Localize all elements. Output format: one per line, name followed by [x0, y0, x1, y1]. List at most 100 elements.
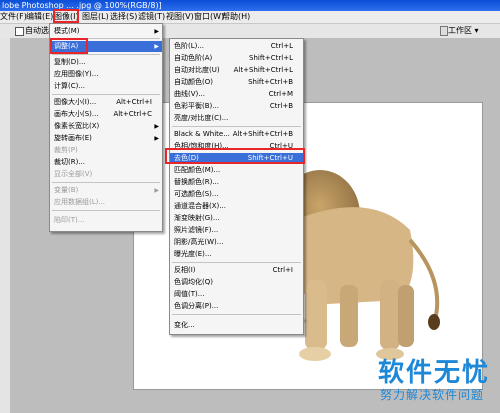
black-white-label: Black & White...	[174, 130, 230, 138]
image-menu-pixel-aspect[interactable]: 像素长宽比(X) ▶	[50, 121, 162, 132]
workspace-icon	[440, 26, 448, 36]
adjust-auto-levels[interactable]: 自动色阶(A) Shift+Ctrl+L	[170, 53, 303, 64]
mode-label: 模式(M)	[54, 27, 80, 35]
color-balance-shortcut: Ctrl+B	[269, 102, 293, 110]
image-menu-reveal-all[interactable]: 显示全部(V)	[50, 169, 162, 180]
variables-label: 变量(B)	[54, 186, 79, 194]
adjustments-submenu-tail: 变化...	[169, 318, 304, 335]
image-menu-trim[interactable]: 裁切(R)...	[50, 157, 162, 168]
adjust-black-white[interactable]: Black & White... Alt+Shift+Ctrl+B	[170, 129, 303, 140]
menu-view[interactable]: 视图(V)	[166, 11, 194, 23]
auto-select-checkbox[interactable]	[15, 27, 24, 36]
channel-mixer-label: 通道混合器(X)...	[174, 202, 226, 210]
image-menu-canvas-size[interactable]: 画布大小(S)... Alt+Ctrl+C	[50, 109, 162, 120]
adjust-levels[interactable]: 色阶(L)... Ctrl+L	[170, 41, 303, 52]
menu-help[interactable]: 帮助(H)	[222, 11, 250, 23]
separator	[52, 54, 160, 55]
workspace-dropdown[interactable]: 工作区 ▾	[448, 25, 479, 36]
apply-image-label: 应用图像(Y)...	[54, 70, 99, 78]
crop-label: 裁剪(P)	[54, 146, 78, 154]
adjust-posterize[interactable]: 色调分离(P)...	[170, 301, 303, 312]
watermark-subtitle: 努力解决软件问题	[380, 388, 485, 402]
menu-select[interactable]: 选择(S)	[110, 11, 137, 23]
brightness-contrast-label: 亮度/对比度(C)...	[174, 114, 229, 122]
image-menu-variables[interactable]: 变量(B) ▶	[50, 185, 162, 196]
adjust-exposure[interactable]: 曝光度(E)...	[170, 249, 303, 260]
separator	[52, 210, 160, 211]
reveal-all-label: 显示全部(V)	[54, 170, 93, 178]
image-menu-crop[interactable]: 裁剪(P)	[50, 145, 162, 156]
variations-label: 变化...	[174, 321, 195, 329]
canvas-size-label: 画布大小(S)...	[54, 110, 99, 118]
adjust-threshold[interactable]: 阈值(T)...	[170, 289, 303, 300]
menu-filter[interactable]: 滤镜(T)	[138, 11, 165, 23]
menu-edit[interactable]: 编辑(E)	[26, 11, 53, 23]
submenu-arrow-icon: ▶	[154, 187, 159, 194]
submenu-arrow-icon: ▶	[154, 43, 159, 50]
adjust-curves[interactable]: 曲线(V)... Ctrl+M	[170, 89, 303, 100]
image-menu-rotate-canvas[interactable]: 旋转画布(E) ▶	[50, 133, 162, 144]
menu-file[interactable]: 文件(F)	[0, 11, 27, 23]
levels-shortcut: Ctrl+L	[270, 42, 293, 50]
adjust-variations[interactable]: 变化...	[170, 320, 303, 331]
posterize-label: 色调分离(P)...	[174, 302, 219, 310]
adjust-channel-mixer[interactable]: 通道混合器(X)...	[170, 201, 303, 212]
color-balance-label: 色彩平衡(B)...	[174, 102, 219, 110]
image-menu-trap[interactable]: 陷印(T)...	[50, 215, 162, 226]
adjust-equalize[interactable]: 色调均化(Q)	[170, 277, 303, 288]
adjust-replace-color[interactable]: 替换颜色(R)...	[170, 177, 303, 188]
adjust-invert[interactable]: 反相(I) Ctrl+I	[170, 265, 303, 276]
adjust-selective-color[interactable]: 可选颜色(S)...	[170, 189, 303, 200]
separator	[52, 94, 160, 95]
watermark-title: 软件无忧	[378, 358, 491, 388]
image-menu-apply-image[interactable]: 应用图像(Y)...	[50, 69, 162, 80]
window-title: lobe Photoshop ... .jpg @ 100%(RGB/8)]	[2, 1, 162, 10]
black-white-shortcut: Alt+Shift+Ctrl+B	[232, 130, 293, 138]
replace-color-label: 替换颜色(R)...	[174, 178, 220, 186]
adjustments-submenu: 色阶(L)... Ctrl+L 自动色阶(A) Shift+Ctrl+L 自动对比度…	[169, 38, 304, 320]
image-menu-mode[interactable]: 模式(M) ▶	[50, 26, 162, 37]
menu-layer[interactable]: 图层(L)	[82, 11, 109, 23]
image-menu-calculations[interactable]: 计算(C)...	[50, 81, 162, 92]
annotation-box-adjust	[50, 38, 88, 54]
submenu-arrow-icon: ▶	[154, 135, 159, 142]
adjust-photo-filter[interactable]: 照片滤镜(F)...	[170, 225, 303, 236]
image-menu-duplicate[interactable]: 复制(D)...	[50, 57, 162, 68]
image-size-label: 图像大小(I)...	[54, 98, 97, 106]
adjust-color-balance[interactable]: 色彩平衡(B)... Ctrl+B	[170, 101, 303, 112]
image-menu-apply-data-set[interactable]: 应用数据组(L)...	[50, 197, 162, 208]
adjust-gradient-map[interactable]: 渐变映射(G)...	[170, 213, 303, 224]
adjust-auto-contrast[interactable]: 自动对比度(U) Alt+Shift+Ctrl+L	[170, 65, 303, 76]
invert-shortcut: Ctrl+I	[272, 266, 293, 274]
submenu-arrow-icon: ▶	[154, 123, 159, 130]
annotation-box-desaturate	[165, 148, 305, 164]
image-menu-image-size[interactable]: 图像大小(I)... Alt+Ctrl+I	[50, 97, 162, 108]
auto-color-shortcut: Shift+Ctrl+B	[248, 78, 293, 86]
adjust-brightness-contrast[interactable]: 亮度/对比度(C)...	[170, 113, 303, 124]
auto-color-label: 自动颜色(O)	[174, 78, 213, 86]
adjust-match-color[interactable]: 匹配颜色(M)...	[170, 165, 303, 176]
submenu-arrow-icon: ▶	[154, 28, 159, 35]
shadows-highlights-label: 阴影/高光(W)...	[174, 238, 224, 246]
photo-filter-label: 照片滤镜(F)...	[174, 226, 219, 234]
invert-label: 反相(I)	[174, 266, 196, 274]
adjust-auto-color[interactable]: 自动颜色(O) Shift+Ctrl+B	[170, 77, 303, 88]
apply-data-set-label: 应用数据组(L)...	[54, 198, 106, 206]
equalize-label: 色调均化(Q)	[174, 278, 213, 286]
menu-window[interactable]: 窗口(W)	[194, 11, 224, 23]
canvas-size-shortcut: Alt+Ctrl+C	[113, 110, 152, 118]
separator	[172, 262, 301, 263]
image-menu: 模式(M) ▶ 调整(A) ▶ 复制(D)... 应用图像(Y)... 计算(C).…	[49, 23, 163, 232]
auto-contrast-shortcut: Alt+Shift+Ctrl+L	[233, 66, 293, 74]
separator	[172, 126, 301, 127]
curves-shortcut: Ctrl+M	[268, 90, 293, 98]
image-size-shortcut: Alt+Ctrl+I	[116, 98, 152, 106]
adjust-shadows-highlights[interactable]: 阴影/高光(W)...	[170, 237, 303, 248]
trap-label: 陷印(T)...	[54, 216, 85, 224]
selective-color-label: 可选颜色(S)...	[174, 190, 219, 198]
duplicate-label: 复制(D)...	[54, 58, 86, 66]
threshold-label: 阈值(T)...	[174, 290, 205, 298]
separator	[172, 314, 301, 315]
pixel-aspect-label: 像素长宽比(X)	[54, 122, 100, 130]
auto-contrast-label: 自动对比度(U)	[174, 66, 220, 74]
